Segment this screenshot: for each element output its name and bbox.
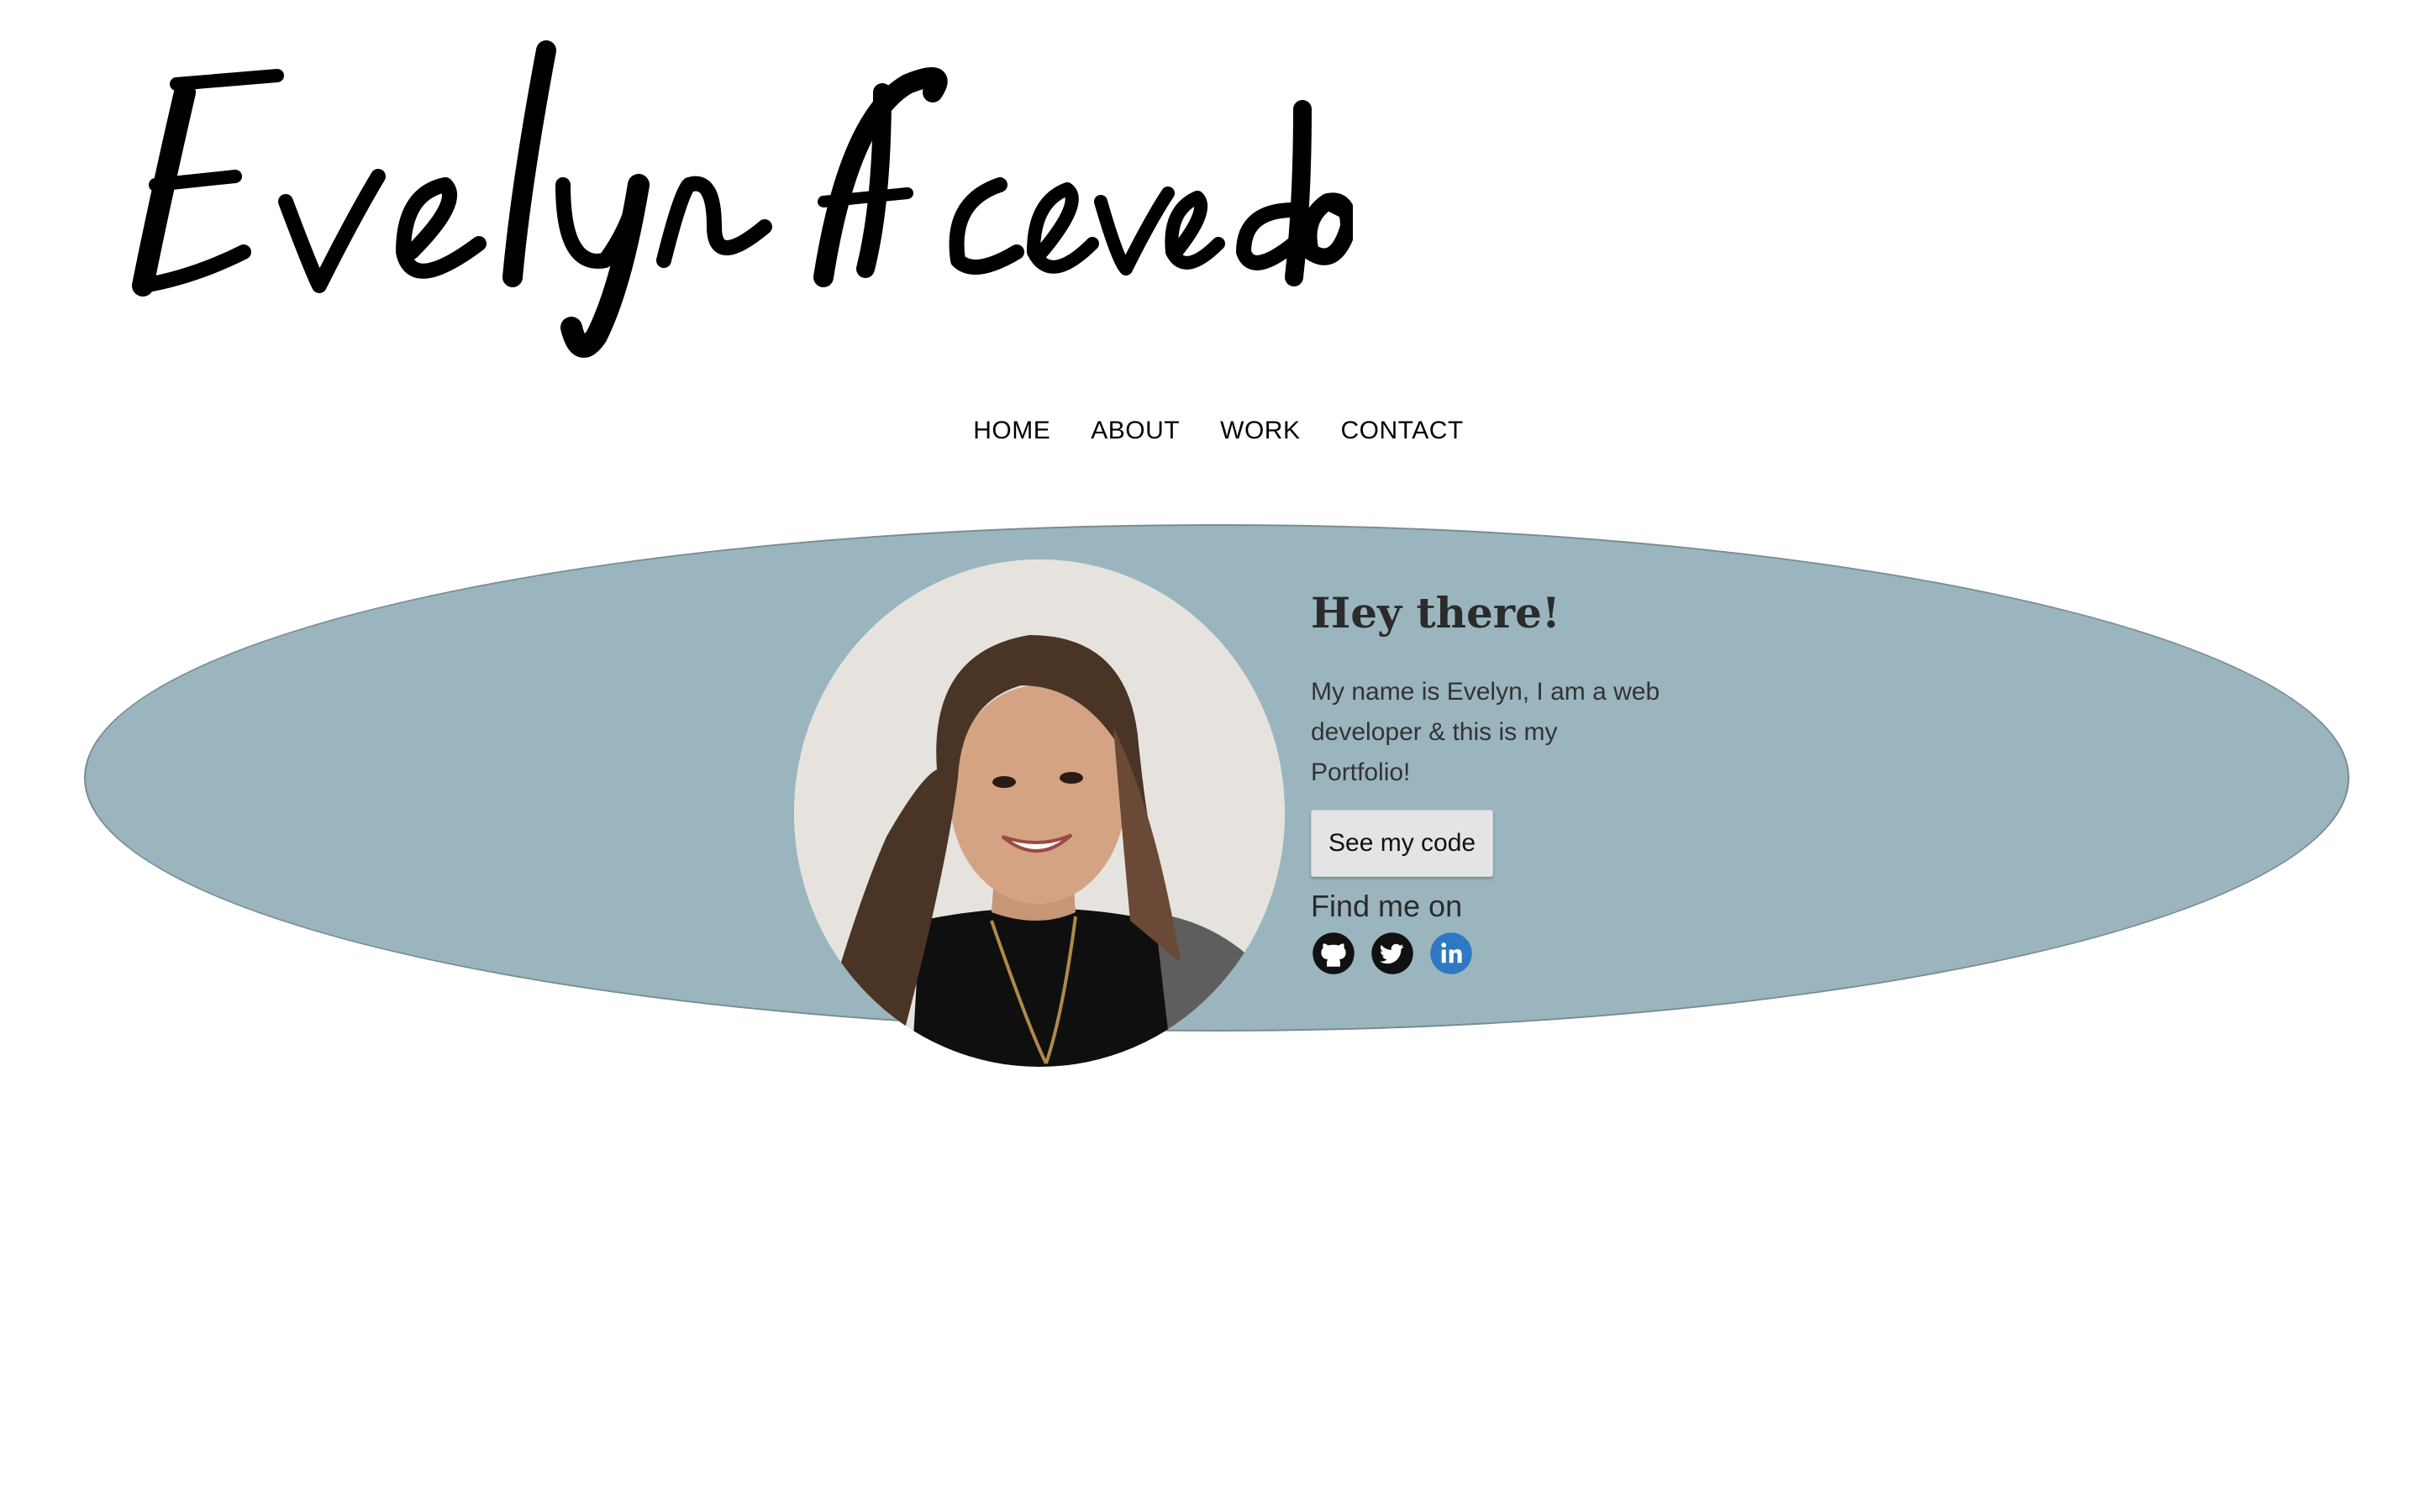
- main-nav: HOME ABOUT WORK CONTACT: [0, 417, 2420, 445]
- site-logo[interactable]: [126, 34, 1353, 361]
- profile-photo: [794, 559, 1285, 1067]
- hero-description: My name is Evelyn, I am a web developer …: [1311, 678, 1660, 786]
- social-links: [1311, 931, 1664, 976]
- nav-about[interactable]: ABOUT: [1091, 417, 1180, 445]
- find-me-label: Find me on: [1311, 889, 1463, 923]
- twitter-icon[interactable]: [1370, 931, 1415, 976]
- nav-work[interactable]: WORK: [1220, 417, 1300, 445]
- github-icon[interactable]: [1311, 931, 1356, 976]
- logo-lettering: [132, 40, 1353, 358]
- hero-heading: Hey there!: [1311, 588, 1560, 638]
- intro-block: Hey there! My name is Evelyn, I am a web…: [1311, 588, 1664, 976]
- nav-home[interactable]: HOME: [973, 417, 1050, 445]
- nav-contact[interactable]: CONTACT: [1340, 417, 1463, 445]
- linkedin-icon[interactable]: [1428, 931, 1474, 976]
- page: HOME ABOUT WORK CONTACT Hey there! My na…: [0, 0, 2420, 1512]
- see-code-button[interactable]: See my code: [1311, 810, 1494, 877]
